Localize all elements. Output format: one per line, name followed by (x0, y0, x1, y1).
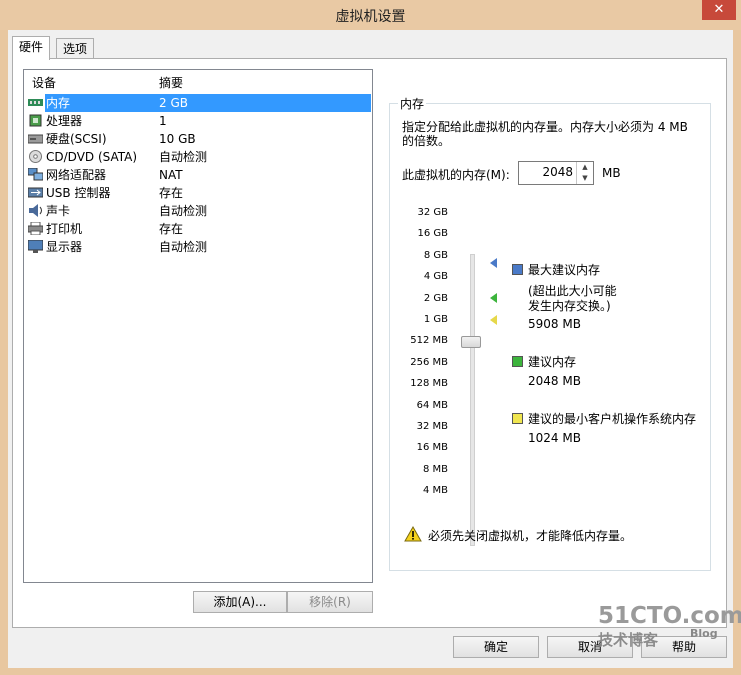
scale-label: 4 MB (422, 485, 448, 497)
device-name: 打印机 (46, 222, 83, 236)
device-summary: 自动检测 (159, 204, 208, 218)
scale-label: 32 MB (416, 421, 448, 432)
scale-label: 8 MB (422, 463, 448, 475)
slider-track[interactable] (470, 254, 475, 546)
scale-label: 2 GB (423, 292, 448, 304)
max-recommended-title: 最大建议内存 (528, 263, 601, 277)
device-row-display[interactable]: 显示器 自动检测 (28, 238, 372, 256)
device-row-hard-disk[interactable]: 硬盘(SCSI) 10 GB (28, 130, 372, 148)
max-recommended-value: 5908 MB (528, 317, 581, 331)
spin-arrows[interactable]: ▲ ▼ (576, 162, 593, 184)
hard-disk-icon (28, 134, 43, 144)
window-title: 虚拟机设置 (335, 9, 406, 25)
network-adapter-icon (28, 168, 43, 181)
max-recommended-marker-icon (490, 258, 497, 268)
device-name: CD/DVD (SATA) (46, 150, 138, 164)
min-guest-marker-icon (490, 315, 497, 325)
device-row-printer[interactable]: 打印机 存在 (28, 220, 372, 238)
scale-label: 512 MB (410, 335, 448, 347)
device-name: 内存 (46, 96, 71, 110)
watermark-site: 51CTO.com (598, 603, 741, 629)
device-summary: 2 GB (159, 96, 188, 110)
device-name: USB 控制器 (46, 186, 111, 200)
device-row-usb[interactable]: USB 控制器 存在 (28, 184, 372, 202)
cpu-icon (29, 114, 42, 127)
device-name: 显示器 (46, 240, 83, 254)
remove-button[interactable]: 移除(R) (287, 591, 373, 613)
device-row-network[interactable]: 网络适配器 NAT (28, 166, 372, 184)
memory-group-title: 内存 (398, 95, 427, 112)
recommended-value: 2048 MB (528, 374, 581, 388)
max-recommended-legend-icon (512, 264, 523, 275)
max-recommended-note2: 发生内存交换。) (528, 299, 611, 313)
spin-up-icon[interactable]: ▲ (577, 162, 593, 173)
cd-dvd-icon (29, 150, 42, 163)
device-name: 处理器 (46, 114, 83, 128)
min-guest-legend-icon (512, 413, 523, 424)
memory-spinbox[interactable]: 2048 ▲ ▼ (518, 161, 594, 185)
slider-thumb[interactable] (461, 336, 481, 348)
sound-card-icon (29, 204, 42, 217)
title-bar: 虚拟机设置 ✕ (0, 0, 741, 30)
memory-input[interactable]: 2048 (542, 165, 573, 179)
device-summary: 10 GB (159, 132, 196, 146)
memory-group: 内存 指定分配给此虚拟机的内存量。内存大小必须为 4 MB 的倍数。 此虚拟机的… (389, 95, 711, 571)
close-button[interactable]: ✕ (702, 0, 736, 20)
dialog-client: 硬件 选项 设备 摘要 内存 2 GB 处理器 1 硬盘(SCSI) 10 GB… (8, 30, 733, 668)
display-icon (28, 240, 43, 253)
scale-label: 256 MB (410, 356, 448, 368)
min-guest-value: 1024 MB (528, 431, 581, 445)
device-row-memory[interactable]: 内存 2 GB (28, 94, 372, 112)
device-summary: 存在 (159, 222, 184, 236)
device-row-cd-dvd[interactable]: CD/DVD (SATA) 自动检测 (28, 148, 372, 166)
recommended-title: 建议内存 (528, 355, 577, 369)
tab-options[interactable]: 选项 (56, 38, 95, 59)
device-list-header: 设备 摘要 (24, 74, 372, 90)
device-summary: 存在 (159, 186, 184, 200)
scale-label: 4 GB (423, 271, 448, 283)
device-row-sound[interactable]: 声卡 自动检测 (28, 202, 372, 220)
tab-hardware[interactable]: 硬件 (12, 36, 51, 60)
printer-icon (28, 222, 43, 235)
recommended-marker-icon (490, 293, 497, 303)
hardware-tab-page: 设备 摘要 内存 2 GB 处理器 1 硬盘(SCSI) 10 GB CD/DV… (12, 58, 727, 628)
memory-description: 指定分配给此虚拟机的内存量。内存大小必须为 4 MB 的倍数。 (402, 120, 688, 148)
scale-label: 8 GB (423, 249, 448, 261)
device-summary: 自动检测 (159, 240, 208, 254)
memory-unit: MB (602, 166, 621, 180)
usb-icon (28, 187, 43, 198)
header-device: 设备 (32, 76, 57, 90)
spin-down-icon[interactable]: ▼ (577, 173, 593, 184)
scale-label: 64 MB (416, 399, 448, 411)
add-button[interactable]: 添加(A)... (193, 591, 287, 613)
device-name: 声卡 (46, 204, 71, 218)
device-summary: NAT (159, 168, 183, 182)
ok-button[interactable]: 确定 (453, 636, 539, 658)
device-row-processor[interactable]: 处理器 1 (28, 112, 372, 130)
warning-icon (404, 526, 422, 542)
warning-text: 必须先关闭虚拟机，才能降低内存量。 (428, 529, 633, 543)
scale-label: 16 MB (416, 442, 448, 454)
scale-label: 128 MB (410, 378, 448, 390)
memory-label: 此虚拟机的内存(M): (402, 168, 510, 182)
device-name: 硬盘(SCSI) (46, 132, 107, 146)
scale-label: 1 GB (423, 314, 448, 325)
scale-label: 32 GB (417, 207, 448, 218)
header-summary: 摘要 (159, 76, 184, 90)
watermark-sub: 技术博客 (598, 631, 659, 649)
watermark-blog: Blog (690, 627, 718, 640)
device-summary: 自动检测 (159, 150, 208, 164)
memory-icon (28, 99, 43, 106)
device-name: 网络适配器 (46, 168, 107, 182)
scale-label: 16 GB (417, 228, 448, 240)
device-summary: 1 (159, 114, 167, 128)
device-list[interactable]: 设备 摘要 内存 2 GB 处理器 1 硬盘(SCSI) 10 GB CD/DV… (23, 69, 373, 583)
min-guest-title: 建议的最小客户机操作系统内存 (528, 412, 697, 426)
watermark: 51CTO.com 技术博客 Blog (598, 603, 741, 650)
recommended-legend-icon (512, 356, 523, 367)
